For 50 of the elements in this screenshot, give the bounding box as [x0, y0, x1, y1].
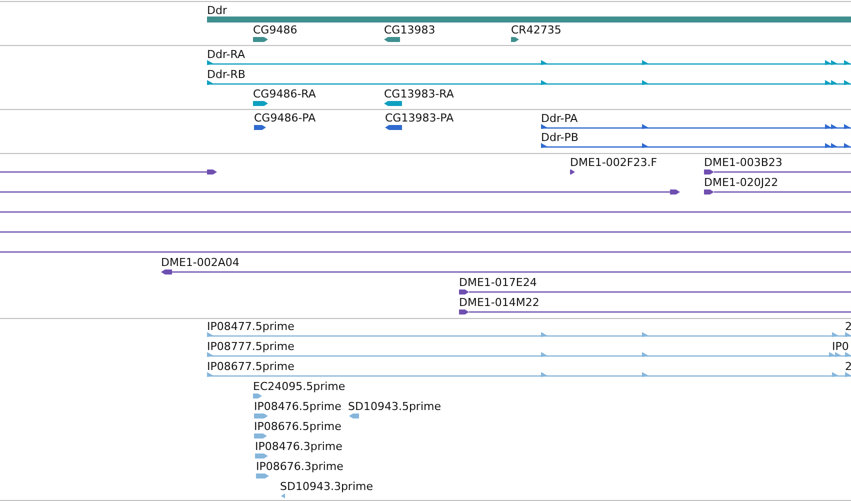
- feature-label: CG9486: [253, 24, 298, 36]
- feature-glyph[interactable]: [253, 101, 268, 106]
- feature-label: Ddr: [207, 4, 227, 17]
- feature-label: IP08476.5prime: [254, 400, 342, 413]
- transcript-drawing[interactable]: [541, 124, 851, 129]
- feature-glyph[interactable]: [384, 101, 402, 106]
- feature-label: CG13983-PA: [385, 112, 454, 124]
- feature-label: Ddr-RA: [207, 48, 245, 61]
- feature-glyph[interactable]: [385, 125, 402, 130]
- feature-label: IP08777.5prime: [207, 340, 294, 353]
- feature-glyph[interactable]: [254, 125, 266, 130]
- feature-label: EC24095.5prime: [253, 380, 346, 393]
- feature-label: DME1-003B23: [704, 156, 782, 169]
- feature-label: DME1-020J22: [704, 176, 778, 189]
- feature-label: SD10943.5prime: [348, 400, 441, 413]
- feature-label: IP08676.5prime: [254, 420, 342, 433]
- feature-label: 2: [845, 320, 851, 333]
- feature-label: IP08476.3prime: [255, 440, 342, 453]
- feature-label: CG9486-RA: [253, 88, 316, 100]
- transcript-drawing[interactable]: [207, 60, 851, 65]
- transcript-drawing[interactable]: [704, 190, 851, 194]
- feature-label: IP08477.5prime: [207, 320, 294, 333]
- feature-label: CR42735: [511, 24, 562, 36]
- feature-label: DME1-002A04: [161, 256, 240, 269]
- feature-label: DME1-002F23.F: [570, 156, 658, 169]
- feature-glyph[interactable]: [570, 170, 575, 174]
- transcript-drawing[interactable]: [0, 190, 680, 194]
- feature-label: CG13983-RA: [384, 88, 454, 100]
- feature-label: IP0: [832, 340, 849, 353]
- feature-glyph[interactable]: [511, 37, 519, 42]
- feature-label: Ddr-PA: [541, 112, 578, 125]
- feature-label: IP08677.5prime: [207, 360, 294, 373]
- feature-label: Ddr-RB: [207, 68, 246, 81]
- transcript-drawing[interactable]: [459, 290, 851, 294]
- transcript-drawing[interactable]: [704, 170, 851, 174]
- feature-label: Ddr-PB: [541, 131, 578, 144]
- feature-label: CG9486-PA: [254, 112, 316, 124]
- feature-label: DME1-017E24: [459, 276, 537, 289]
- feature-glyph[interactable]: [384, 37, 400, 42]
- transcript-drawing[interactable]: [541, 143, 851, 148]
- feature-label: IP08676.3prime: [256, 460, 344, 473]
- feature-label: DME1-014M22: [459, 296, 540, 309]
- transcript-drawing[interactable]: [459, 310, 851, 314]
- feature-label: 2: [845, 360, 851, 373]
- feature-label: SD10943.3prime: [280, 480, 373, 493]
- feature-glyph[interactable]: [253, 37, 268, 42]
- feature-label: CG13983: [384, 24, 436, 36]
- transcript-drawing[interactable]: [0, 170, 217, 174]
- transcript-drawing[interactable]: [161, 270, 851, 274]
- transcript-drawing[interactable]: [207, 80, 851, 85]
